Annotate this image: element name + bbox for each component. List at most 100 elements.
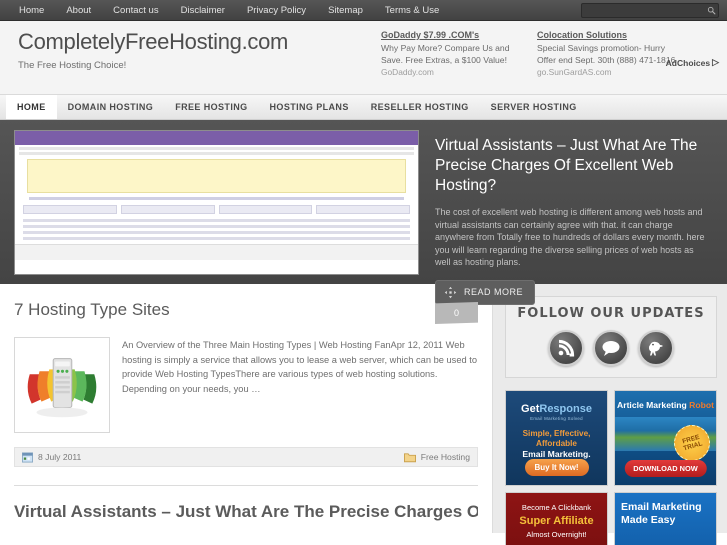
banner-clickbank-super-affiliate[interactable]: Become A Clickbank Super Affiliate Almos… (505, 492, 608, 545)
screenshot-highlight-block (27, 159, 406, 193)
adchoices-label: AdChoices (665, 57, 711, 68)
banner-getresponse[interactable]: GetResponse Email Marketing Solved Simpl… (505, 390, 608, 486)
banner-title-a: Article Marketing (617, 400, 690, 410)
site-header: CompletelyFreeHosting.com The Free Hosti… (0, 21, 727, 95)
adchoices-button[interactable]: AdChoices ▷ (666, 57, 719, 68)
post-date[interactable]: 8 July 2011 (22, 451, 82, 463)
folder-icon (403, 452, 416, 462)
screenshot-line (19, 147, 414, 150)
screenshot-header-bar (15, 131, 418, 145)
post-date-label: 8 July 2011 (38, 452, 82, 462)
banner-cta-button[interactable]: Buy It Now! (524, 459, 589, 476)
mainmenu-item-free-hosting[interactable]: FREE HOSTING (164, 95, 258, 119)
comment-bubble-icon (602, 341, 620, 356)
main-navigation: HOME DOMAIN HOSTING FREE HOSTING HOSTING… (0, 95, 727, 120)
site-title[interactable]: CompletelyFreeHosting.com (18, 29, 288, 55)
ad-body: Special Savings promotion- Hurry Offer e… (537, 43, 676, 65)
topnav-item-privacy-policy[interactable]: Privacy Policy (236, 0, 317, 21)
ad-body: Why Pay More? Compare Us and Save. Free … (381, 43, 510, 65)
banner-line-1a: Simple, Effective, (522, 429, 591, 438)
sidebar: FOLLOW OUR UPDATES GetResponse Email Mar… (492, 284, 727, 545)
site-tagline: The Free Hosting Choice! (18, 60, 127, 71)
featured-post-screenshot[interactable] (14, 130, 419, 275)
featured-post-text: Virtual Assistants – Just What Are The P… (435, 130, 717, 305)
banner-line-1b: Affordable (536, 439, 577, 448)
banner-sublogo: Email Marketing Solved (530, 416, 583, 421)
site-branding[interactable]: CompletelyFreeHosting.com The Free Hosti… (18, 29, 288, 71)
banner-title-b: Robot (689, 400, 714, 410)
mainmenu-item-home[interactable]: HOME (6, 95, 57, 119)
post-thumbnail[interactable] (14, 337, 110, 433)
top-bar: Home About Contact us Disclaimer Privacy… (0, 0, 727, 21)
screenshot-column (23, 204, 117, 214)
mainmenu-item-domain-hosting[interactable]: DOMAIN HOSTING (57, 95, 165, 119)
post-title[interactable]: 7 Hosting Type Sites (14, 300, 170, 320)
ad-title[interactable]: Colocation Solutions (537, 29, 680, 41)
banner-line-2: Made Easy (621, 513, 676, 526)
banner-line-1: Simple, Effective, Affordable (506, 429, 607, 449)
ad-title[interactable]: GoDaddy $7.99 .COM's (381, 29, 524, 41)
screenshot-line (19, 152, 414, 155)
twitter-bird-icon (649, 341, 663, 356)
ad-godaddy[interactable]: GoDaddy $7.99 .COM's Why Pay More? Compa… (381, 29, 524, 77)
ad-display-url: GoDaddy.com (381, 67, 434, 77)
mainmenu-item-server-hosting[interactable]: SERVER HOSTING (480, 95, 588, 119)
topnav-item-contact-us[interactable]: Contact us (102, 0, 169, 21)
post-item: 7 Hosting Type Sites 0 An Overview of th… (14, 300, 478, 522)
search-input[interactable] (582, 5, 707, 16)
banner-email-marketing-made-easy[interactable]: Email Marketing Made Easy (614, 492, 717, 545)
banner-cta-button[interactable]: DOWNLOAD NOW (624, 460, 707, 477)
banner-logo-response: Response (539, 403, 592, 415)
post-list: 7 Hosting Type Sites 0 An Overview of th… (0, 284, 492, 533)
post-body: An Overview of the Three Main Hosting Ty… (14, 337, 478, 433)
featured-post-title[interactable]: Virtual Assistants – Just What Are The P… (435, 136, 711, 196)
topnav-item-sitemap[interactable]: Sitemap (317, 0, 374, 21)
banner-article-marketing-robot[interactable]: Article Marketing Robot FREE TRIAL DOWNL… (614, 390, 717, 486)
search-icon[interactable] (707, 4, 716, 17)
topnav-item-disclaimer[interactable]: Disclaimer (170, 0, 236, 21)
read-more-button[interactable]: READ MORE (435, 279, 536, 305)
screenshot-column (218, 204, 313, 214)
header-ad-unit: GoDaddy $7.99 .COM's Why Pay More? Compa… (381, 29, 681, 77)
mainmenu-item-reseller-hosting[interactable]: RESELLER HOSTING (360, 95, 480, 119)
topnav-item-about[interactable]: About (55, 0, 102, 21)
social-link-twitter[interactable] (638, 330, 674, 366)
server-tower-icon (27, 358, 97, 418)
screenshot-rows (23, 218, 410, 240)
topnav-item-home[interactable]: Home (8, 0, 55, 21)
post-category[interactable]: Free Hosting (403, 452, 470, 463)
social-links (506, 330, 716, 366)
screenshot-column (316, 204, 410, 214)
follow-widget-title: FOLLOW OUR UPDATES (517, 306, 705, 321)
banner-line-3: Almost Overnight! (526, 530, 587, 539)
mainmenu-item-hosting-plans[interactable]: HOSTING PLANS (259, 95, 360, 119)
post-thumbnail-image (18, 341, 106, 429)
screenshot-row (23, 224, 410, 228)
social-link-comments[interactable] (593, 330, 629, 366)
screenshot-row (23, 218, 410, 222)
screenshot-footer-bar (15, 243, 418, 260)
banner-logo-get: Get (521, 403, 540, 415)
next-post-title[interactable]: Virtual Assistants – Just What Are The P… (14, 502, 478, 522)
top-navigation: Home About Contact us Disclaimer Privacy… (0, 0, 450, 21)
search-box[interactable] (581, 3, 719, 18)
calendar-icon (22, 451, 33, 463)
banner-title: Email Marketing Made Easy (621, 501, 702, 526)
sidebar-banners: GetResponse Email Marketing Solved Simpl… (505, 390, 717, 545)
adchoices-triangle-icon: ▷ (712, 57, 719, 67)
banner-line-2: Email Marketing. (522, 449, 591, 459)
banner-logo: GetResponse (506, 403, 607, 415)
topnav-item-terms-and-use[interactable]: Terms & Use (374, 0, 450, 21)
featured-post-excerpt: The cost of excellent web hosting is dif… (435, 207, 705, 267)
screenshot-line (29, 197, 404, 200)
page-content: 7 Hosting Type Sites 0 An Overview of th… (0, 284, 727, 545)
post-header: 7 Hosting Type Sites 0 (14, 300, 478, 324)
ad-display-url: go.SunGardAS.com (537, 67, 612, 77)
read-more-label: READ MORE (464, 287, 524, 297)
social-link-rss[interactable] (548, 330, 584, 366)
screenshot-columns (23, 204, 410, 214)
post-meta: 8 July 2011 Free Hosting (14, 447, 478, 467)
ad-colocation[interactable]: Colocation Solutions Special Savings pro… (537, 29, 680, 77)
banner-line-1: Email Marketing (621, 501, 702, 513)
comment-count-badge[interactable]: 0 (435, 302, 478, 324)
